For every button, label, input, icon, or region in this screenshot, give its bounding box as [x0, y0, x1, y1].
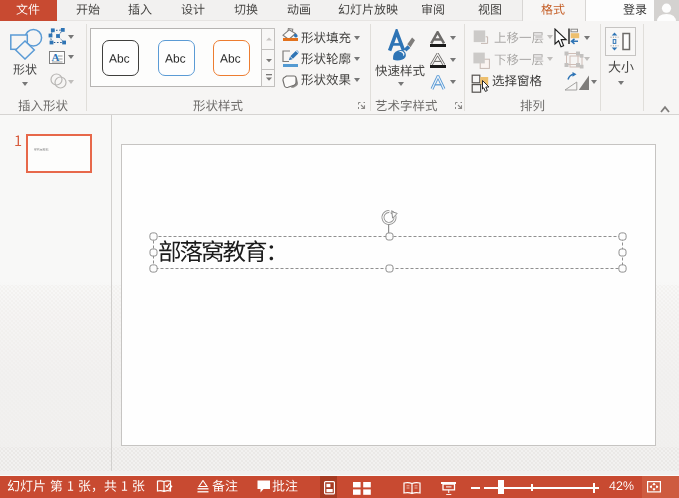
svg-text:A: A: [51, 51, 59, 63]
